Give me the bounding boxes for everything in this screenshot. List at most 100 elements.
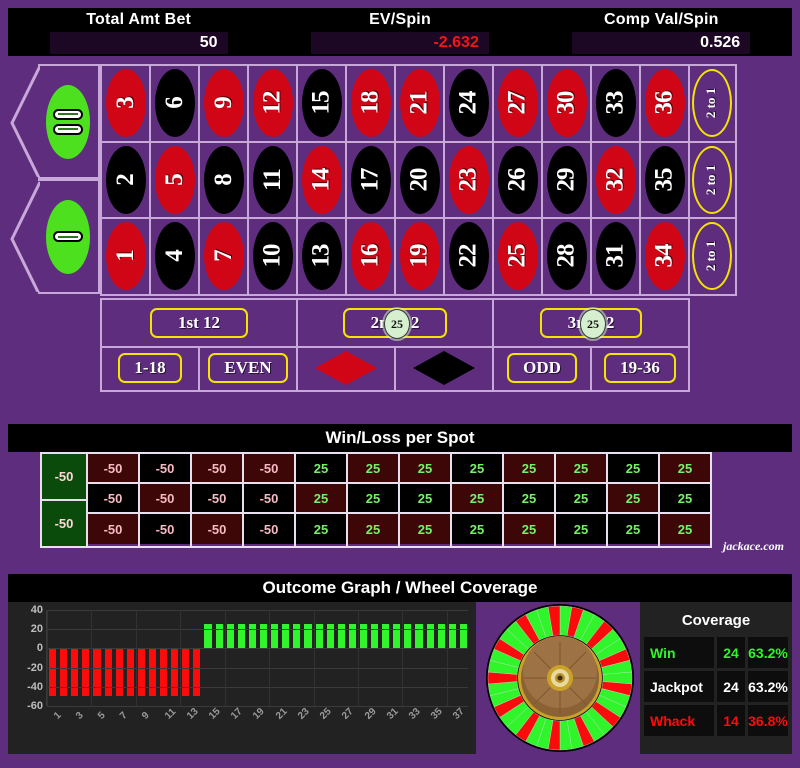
bet-cell-0[interactable] (10, 179, 100, 294)
bet-cell-36[interactable]: 36 (641, 66, 690, 143)
chart-x-tick-label: 21 (273, 706, 290, 722)
bet-cell-27[interactable]: 27 (494, 66, 543, 143)
chart-bar (126, 648, 134, 697)
bet-cell-33[interactable]: 33 (592, 66, 641, 143)
bet-cell-35[interactable]: 35 (641, 142, 690, 219)
bet-cell-20[interactable]: 20 (396, 142, 445, 219)
chart-bar (437, 624, 445, 649)
chart-x-tick-label: 5 (95, 710, 108, 722)
winloss-cell: -50 (88, 484, 138, 514)
winloss-value: 25 (365, 460, 381, 476)
bet-cell-32[interactable]: 32 (592, 142, 641, 219)
winloss-column: -50 -50 -50 (86, 454, 138, 546)
number-label: 31 (601, 244, 629, 268)
dozen-bet-3[interactable]: 3rd 1225 (494, 300, 690, 348)
winloss-cell: 25 (504, 454, 554, 484)
bet-cell-3[interactable]: 3 (102, 66, 151, 143)
bet-cell-4[interactable]: 4 (151, 219, 200, 296)
dozen-bet-2[interactable]: 2nd 1225 (298, 300, 494, 348)
chart-x-axis: 1 3 5 7 9 11 13 15 17 19 21 23 25 27 29 31 33 35 37 (46, 706, 468, 750)
bet-cell-28[interactable]: 28 (543, 219, 592, 296)
outside-bet-odd[interactable]: ODD (494, 346, 592, 392)
number-label: 11 (258, 168, 286, 191)
chart-bar (271, 624, 279, 649)
winloss-value: 25 (677, 490, 693, 506)
winloss-zero-cell: -50 (42, 501, 86, 546)
chart-vgridline (313, 610, 315, 706)
chart-bar (71, 648, 79, 697)
bet-cell-11[interactable]: 11 (249, 142, 298, 219)
chart-vgridline (47, 610, 48, 706)
bet-cell-2[interactable]: 2 (102, 142, 151, 219)
chart-gridline (47, 648, 468, 650)
bet-cell-26[interactable]: 26 (494, 142, 543, 219)
number-label: 1 (111, 250, 139, 263)
bet-cell-7[interactable]: 7 (200, 219, 249, 296)
outside-bet-19-36[interactable]: 19-36 (592, 346, 690, 392)
stat-label: Total Amt Bet (86, 11, 192, 28)
stat-label: EV/Spin (369, 11, 431, 28)
outside-bet-red[interactable] (298, 346, 396, 392)
number-oval: 21 (399, 69, 440, 138)
bet-cell-16[interactable]: 16 (347, 219, 396, 296)
winloss-zero-cell: -50 (42, 454, 86, 501)
bet-cell-8[interactable]: 8 (200, 142, 249, 219)
number-oval: 33 (595, 69, 636, 138)
bet-chip[interactable]: 25 (580, 309, 606, 339)
winloss-value: 25 (469, 490, 485, 506)
chart-gridline (47, 629, 468, 631)
outside-bet-1-18[interactable]: 1-18 (102, 346, 200, 392)
bet-cell-18[interactable]: 18 (347, 66, 396, 143)
chart-x-tick-label: 11 (162, 706, 178, 722)
bet-cell-29[interactable]: 29 (543, 142, 592, 219)
number-oval: 12 (252, 69, 293, 138)
bet-cell-13[interactable]: 13 (298, 219, 347, 296)
bet-cell-1[interactable]: 1 (102, 219, 151, 296)
bet-cell-19[interactable]: 19 (396, 219, 445, 296)
bet-chip[interactable]: 25 (384, 309, 410, 339)
column-bet-1[interactable]: 2 to 1 (688, 66, 737, 143)
winloss-value: 25 (573, 490, 589, 506)
column-bet-oval: 2 to 1 (691, 145, 732, 214)
bet-cell-00[interactable] (10, 64, 100, 179)
column-bet-2[interactable]: 2 to 1 (688, 142, 737, 219)
bet-cell-9[interactable]: 9 (200, 66, 249, 143)
bet-cell-6[interactable]: 6 (151, 66, 200, 143)
bet-cell-25[interactable]: 25 (494, 219, 543, 296)
chart-vgridline (357, 610, 359, 706)
bet-cell-10[interactable]: 10 (249, 219, 298, 296)
bet-cell-24[interactable]: 24 (445, 66, 494, 143)
number-oval: 36 (644, 69, 685, 138)
coverage-num: 24 (717, 637, 745, 668)
outside-bet-even[interactable]: EVEN (200, 346, 298, 392)
column-bet-3[interactable]: 2 to 1 (688, 219, 737, 296)
roulette-wheel (484, 602, 636, 754)
chart-bar (448, 624, 456, 649)
chart-bar (204, 624, 212, 649)
chart-bar (371, 624, 379, 649)
outside-bet-black[interactable] (396, 346, 494, 392)
chart-bar (171, 648, 179, 697)
winloss-cell: 25 (296, 454, 346, 484)
bet-cell-22[interactable]: 22 (445, 219, 494, 296)
winloss-value: 25 (521, 460, 537, 476)
chart-bar (93, 648, 101, 697)
bet-cell-23[interactable]: 23 (445, 142, 494, 219)
bet-cell-17[interactable]: 17 (347, 142, 396, 219)
bet-cell-21[interactable]: 21 (396, 66, 445, 143)
chart-bar (60, 648, 68, 697)
bet-cell-15[interactable]: 15 (298, 66, 347, 143)
stat-ev-per-spin: EV/Spin -2.632 (269, 8, 530, 56)
bet-cell-31[interactable]: 31 (592, 219, 641, 296)
winloss-value: 25 (573, 521, 589, 537)
bet-cell-5[interactable]: 5 (151, 142, 200, 219)
chart-bar (193, 648, 201, 697)
dozen-bet-1[interactable]: 1st 12 (102, 300, 298, 348)
winloss-column: -50 -50 -50 (138, 454, 190, 546)
bet-cell-12[interactable]: 12 (249, 66, 298, 143)
number-label: 5 (160, 174, 188, 186)
bet-cell-30[interactable]: 30 (543, 66, 592, 143)
number-oval: 26 (497, 145, 538, 214)
bet-cell-34[interactable]: 34 (641, 219, 690, 296)
bet-cell-14[interactable]: 14 (298, 142, 347, 219)
